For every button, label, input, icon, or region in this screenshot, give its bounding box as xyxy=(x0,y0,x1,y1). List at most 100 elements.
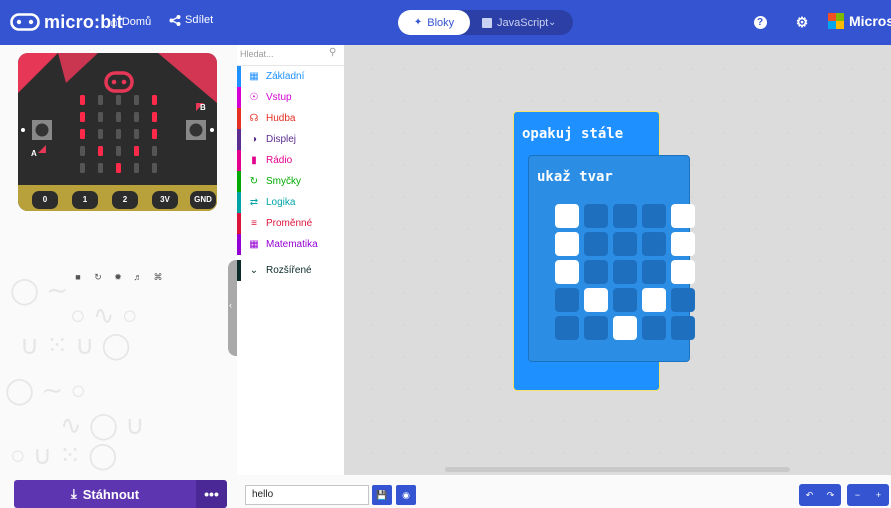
sim-led xyxy=(98,112,103,122)
toolbox-category[interactable]: ◑ Displej xyxy=(237,129,344,150)
category-color-bar xyxy=(237,260,241,281)
led-cell[interactable] xyxy=(642,288,666,312)
decor-pattern: ∪ ⁙ ∪ ◯ xyxy=(20,330,131,360)
category-label: Matematika xyxy=(266,239,318,250)
category-label: Smyčky xyxy=(266,176,301,187)
home-icon: ⌂ xyxy=(110,14,118,29)
led-cell[interactable] xyxy=(671,204,695,228)
led-cell[interactable] xyxy=(642,204,666,228)
led-cell[interactable] xyxy=(555,204,579,228)
show-leds-block[interactable]: ukaž tvar xyxy=(528,155,695,362)
javascript-tab[interactable]: JavaScript xyxy=(482,10,548,35)
pin-gnd[interactable]: GND xyxy=(188,189,217,211)
home-label: Domů xyxy=(121,15,152,28)
horizontal-scrollbar[interactable] xyxy=(445,467,790,472)
sim-led xyxy=(152,112,157,122)
category-color-bar xyxy=(237,234,241,255)
blocks-tab[interactable]: ✦ Bloky xyxy=(398,10,470,35)
puzzle-icon: ✦ xyxy=(413,17,423,28)
led-cell[interactable] xyxy=(671,316,695,340)
led-cell[interactable] xyxy=(671,232,695,256)
led-cell[interactable] xyxy=(642,260,666,284)
toolbox-category[interactable]: ⇄ Logika xyxy=(237,192,344,213)
microbit-logo[interactable]: micro:bit xyxy=(10,9,123,35)
sim-led xyxy=(98,163,103,173)
gear-icon[interactable]: ⚙ xyxy=(793,13,811,31)
led-cell[interactable] xyxy=(584,260,608,284)
home-button[interactable]: ⌂ Domů xyxy=(110,14,151,29)
sim-led xyxy=(116,163,121,173)
led-cell[interactable] xyxy=(584,232,608,256)
button-a-label: A xyxy=(31,149,37,158)
led-cell[interactable] xyxy=(584,204,608,228)
led-cell[interactable] xyxy=(555,260,579,284)
led-cell[interactable] xyxy=(613,260,637,284)
collapse-simulator-handle[interactable]: ‹ xyxy=(228,260,237,356)
microbit-board: B A 0 1 2 3V GND xyxy=(18,53,217,211)
led-cell[interactable] xyxy=(642,232,666,256)
toolbox-search[interactable]: Hledat... ⚲ xyxy=(237,45,344,66)
variables-icon: ≡ xyxy=(251,218,257,229)
toolbox-category[interactable]: ☊ Hudba xyxy=(237,108,344,129)
decor-pattern: ○ ∿ ○ xyxy=(70,300,138,330)
pin-3v[interactable]: 3V xyxy=(150,189,180,211)
save-icon[interactable]: 💾 xyxy=(372,485,392,505)
microsoft-label: Microsoft xyxy=(849,13,891,29)
simulator-panel: ◯ ∼ ○ ∿ ○ ∪ ⁙ ∪ ◯ ◯ ∼ ○ ∿ ◯ ∪ ○ ∪ ⁙ ◯ B … xyxy=(0,45,237,475)
decor-pattern: ◯ ∼ ○ xyxy=(5,375,87,405)
microbit-logo-icon xyxy=(10,13,40,31)
sim-led xyxy=(152,163,157,173)
pin-0[interactable]: 0 xyxy=(30,189,60,211)
led-cell[interactable] xyxy=(584,316,608,340)
zoom-in-icon[interactable]: + xyxy=(868,484,889,506)
led-cell[interactable] xyxy=(555,232,579,256)
toolbox-category[interactable]: ▮ Rádio xyxy=(237,150,344,171)
toolbox-category[interactable]: ↻ Smyčky xyxy=(237,171,344,192)
more-options-button[interactable]: ••• xyxy=(196,480,227,508)
category-label: Rozšířené xyxy=(266,265,312,276)
led-cell[interactable] xyxy=(613,316,637,340)
project-name-input[interactable]: hello xyxy=(245,485,369,505)
calculator-icon: ▦ xyxy=(249,239,259,250)
category-label: Displej xyxy=(266,134,297,145)
led-cell[interactable] xyxy=(613,288,637,312)
search-input[interactable]: Hledat... xyxy=(240,49,274,59)
undo-icon[interactable]: ↶ xyxy=(799,484,820,506)
led-cell[interactable] xyxy=(584,288,608,312)
led-cell[interactable] xyxy=(613,232,637,256)
category-label: Hudba xyxy=(266,113,296,124)
sim-led xyxy=(152,146,157,156)
blocks-workspace[interactable]: opakuj stále ukaž tvar xyxy=(344,45,891,475)
download-button[interactable]: ⤓ Stáhnout xyxy=(14,480,196,508)
fullscreen-icon[interactable]: ⌘ xyxy=(146,269,170,285)
forever-label: opakuj stále xyxy=(522,126,624,142)
github-icon[interactable]: ◉ xyxy=(396,485,416,505)
microsoft-brand[interactable]: Microsoft xyxy=(828,13,891,29)
search-icon: ⚲ xyxy=(329,47,337,58)
pin-2[interactable]: 2 xyxy=(110,189,140,211)
download-icon: ⤓ xyxy=(70,486,77,501)
sim-led xyxy=(116,112,121,122)
category-label: Proměnné xyxy=(266,218,313,229)
led-cell[interactable] xyxy=(555,288,579,312)
toolbox-category[interactable]: ☉ Vstup xyxy=(237,87,344,108)
language-dropdown-chevron-down-icon[interactable]: ⌄ xyxy=(548,10,556,35)
redo-icon[interactable]: ↷ xyxy=(820,484,841,506)
sim-led xyxy=(134,146,139,156)
help-icon[interactable]: ? xyxy=(751,13,769,31)
share-button[interactable]: Sdílet xyxy=(169,14,213,26)
toolbox-category[interactable]: ▦ Základní xyxy=(237,66,344,87)
led-cell[interactable] xyxy=(555,316,579,340)
toolbox-category[interactable]: ▦ Matematika xyxy=(237,234,344,255)
decor-pattern: ○ ∪ ⁙ ◯ xyxy=(10,440,118,470)
zoom-out-icon[interactable]: − xyxy=(847,484,868,506)
led-cell[interactable] xyxy=(671,288,695,312)
chevron-down-icon: ⌄ xyxy=(249,265,259,276)
pin-1[interactable]: 1 xyxy=(70,189,100,211)
led-cell[interactable] xyxy=(642,316,666,340)
toolbox-category[interactable]: ⌄ Rozšířené xyxy=(237,260,344,281)
toolbox-category[interactable]: ≡ Proměnné xyxy=(237,213,344,234)
led-cell[interactable] xyxy=(613,204,637,228)
led-cell[interactable] xyxy=(671,260,695,284)
headphones-icon: ☊ xyxy=(249,113,259,124)
